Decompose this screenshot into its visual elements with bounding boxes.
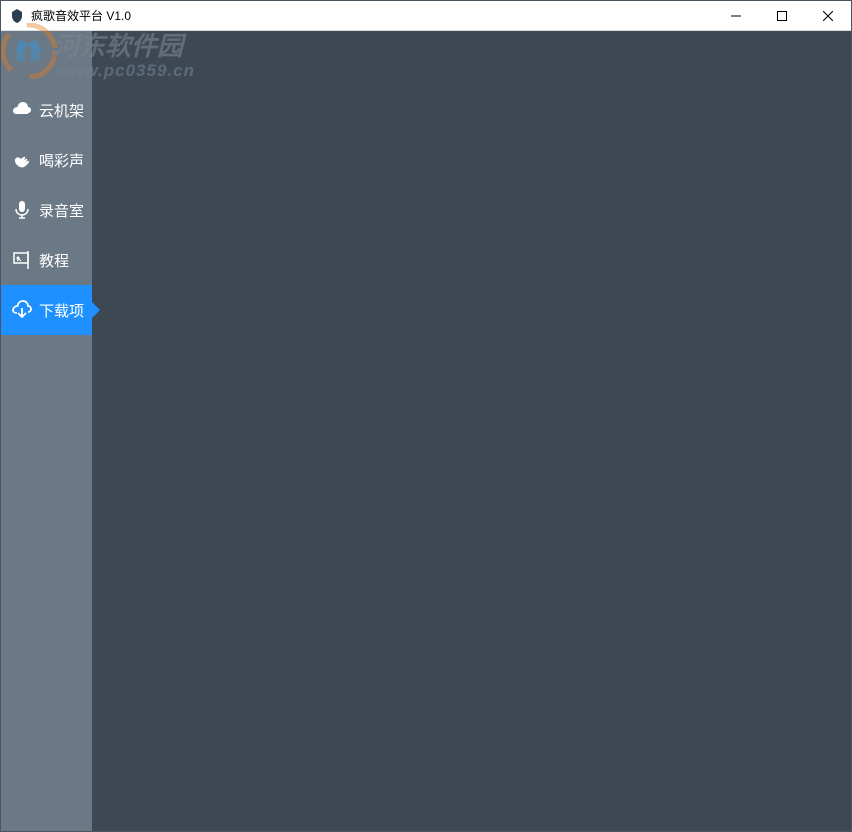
download-cloud-icon bbox=[11, 299, 33, 321]
cloud-icon bbox=[11, 99, 33, 121]
sidebar-item-recording-studio[interactable]: 录音室 bbox=[1, 185, 92, 235]
window-title: 疯歌音效平台 V1.0 bbox=[31, 7, 713, 24]
sidebar-item-label: 录音室 bbox=[39, 200, 84, 221]
close-button[interactable] bbox=[805, 1, 851, 30]
app-icon bbox=[9, 8, 25, 24]
sidebar-item-label: 云机架 bbox=[39, 100, 84, 121]
sidebar-item-applause[interactable]: 喝彩声 bbox=[1, 135, 92, 185]
sidebar-item-downloads[interactable]: 下载项 bbox=[1, 285, 92, 335]
applause-icon bbox=[11, 149, 33, 171]
app-window: 疯歌音效平台 V1.0 河东软件园 www.pc0359.cn bbox=[0, 0, 852, 832]
tutorial-icon bbox=[11, 249, 33, 271]
minimize-button[interactable] bbox=[713, 1, 759, 30]
sidebar-item-cloud-rack[interactable]: 云机架 bbox=[1, 85, 92, 135]
titlebar: 疯歌音效平台 V1.0 bbox=[1, 1, 851, 31]
sidebar-item-tutorial[interactable]: 教程 bbox=[1, 235, 92, 285]
microphone-icon bbox=[11, 199, 33, 221]
sidebar: 云机架 喝彩声 录音室 教程 bbox=[1, 31, 92, 831]
content-area bbox=[92, 31, 851, 831]
maximize-button[interactable] bbox=[759, 1, 805, 30]
window-controls bbox=[713, 1, 851, 30]
sidebar-item-label: 下载项 bbox=[39, 300, 84, 321]
sidebar-item-label: 教程 bbox=[39, 250, 69, 271]
sidebar-item-label: 喝彩声 bbox=[39, 150, 84, 171]
app-body: 河东软件园 www.pc0359.cn 云机架 喝彩声 录音室 bbox=[1, 31, 851, 831]
